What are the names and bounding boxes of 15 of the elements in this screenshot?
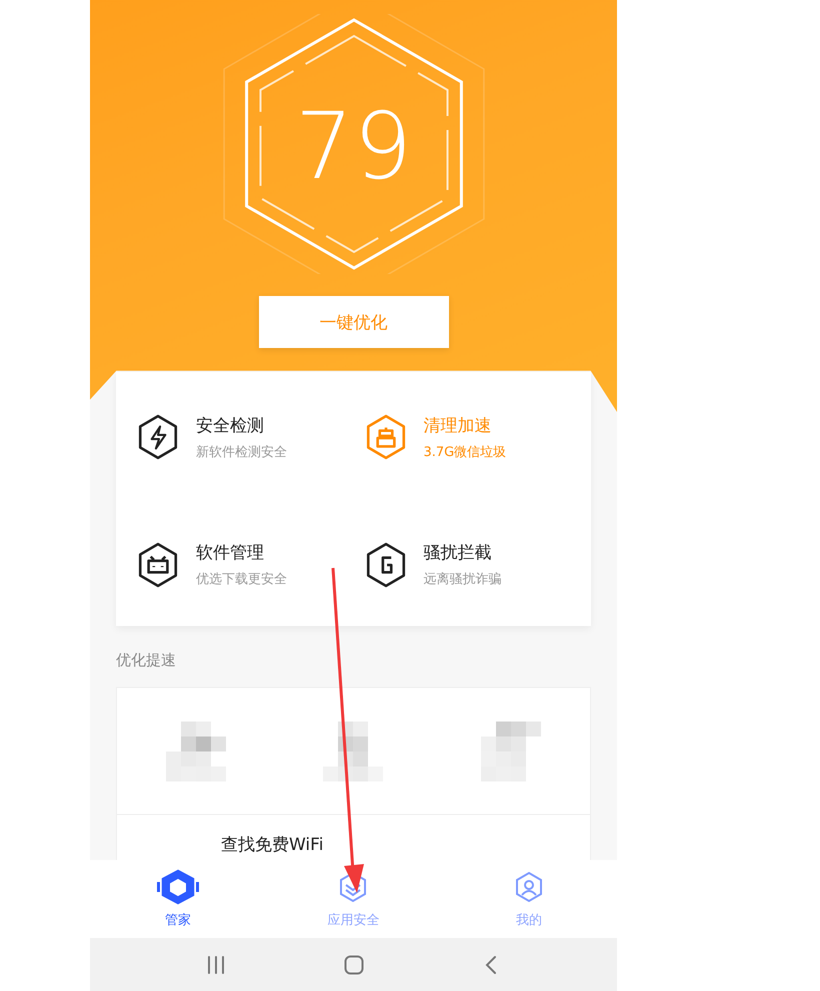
lightning-icon[interactable] — [136, 414, 180, 460]
recent-apps-icon[interactable] — [206, 954, 226, 975]
feature-title[interactable]: 骚扰拦截 — [424, 541, 502, 564]
list-item-title[interactable]: 查找免费WiFi — [221, 833, 324, 856]
tab[interactable]: 管家 — [118, 869, 238, 930]
feature-title[interactable]: 软件管理 — [196, 541, 287, 564]
feature-subtitle: 新软件检测安全 — [196, 444, 287, 461]
home-icon[interactable] — [344, 954, 364, 975]
section-title: 优化提速 — [115, 650, 177, 672]
feature-subtitle: 优选下载更安全 — [196, 571, 287, 588]
robot-icon[interactable] — [136, 542, 180, 588]
feature-subtitle: 3.7G微信垃圾 — [424, 444, 506, 461]
feature-title[interactable]: 安全检测 — [196, 414, 287, 437]
score-value: 79 — [294, 101, 412, 193]
feature-subtitle: 远离骚扰诈骗 — [424, 571, 502, 588]
